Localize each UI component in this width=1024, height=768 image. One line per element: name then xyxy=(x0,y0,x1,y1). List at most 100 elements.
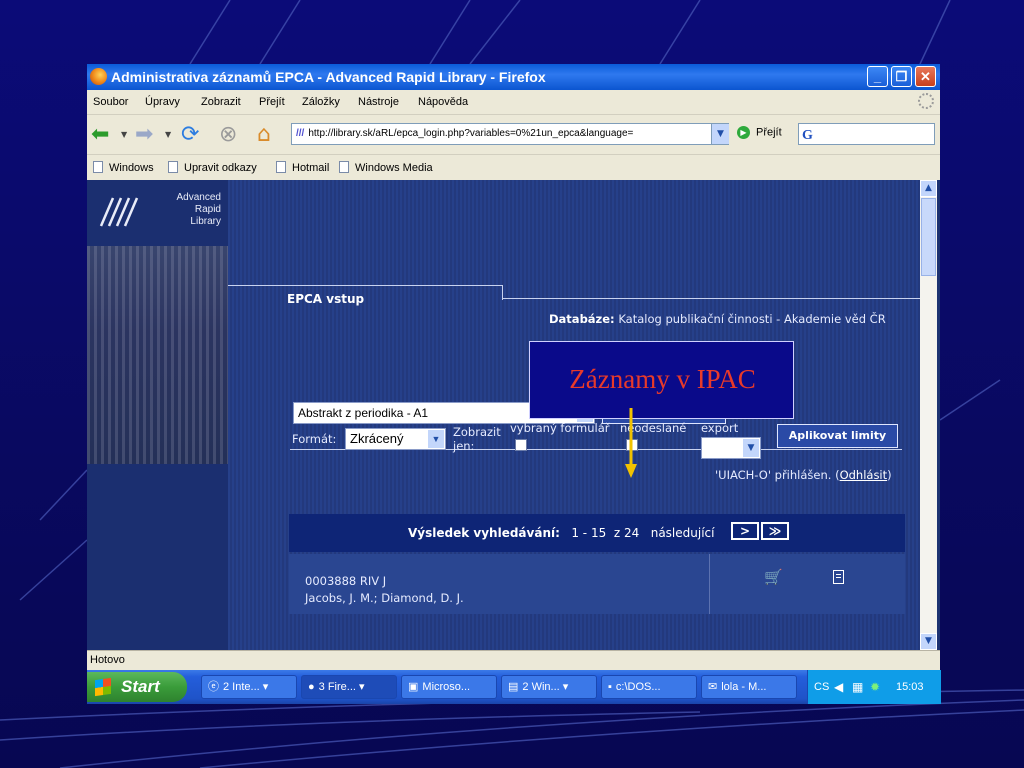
firefox-icon: ● xyxy=(308,681,315,693)
left-panel: Advanced Rapid Library xyxy=(87,180,228,650)
save-icon: ▤ xyxy=(508,681,519,693)
menu-help[interactable]: Nápověda xyxy=(418,96,468,108)
task-internet-explorer[interactable]: ⓔ 2 Inte... ▾ xyxy=(201,675,297,699)
export-label: export xyxy=(701,421,739,435)
database-info: Databáze: Katalog publikační činnosti - … xyxy=(549,312,886,326)
document-icon[interactable] xyxy=(833,570,844,584)
stop-icon[interactable]: ⊗ xyxy=(219,123,237,147)
address-text: http://library.sk/aRL/epca_login.php?var… xyxy=(308,128,634,139)
back-dropdown-icon[interactable]: ▼ xyxy=(121,130,127,139)
login-status: 'UIACH-O' přihlášen. (Odhlásit) xyxy=(715,468,892,482)
record-id: 0003888 RIV J xyxy=(305,574,387,588)
system-tray: CS ◀ ▦ ✹ 15:03 xyxy=(807,670,941,704)
menu-tools[interactable]: Nástroje xyxy=(358,96,399,108)
apply-limits-button[interactable]: Aplikovat limity xyxy=(777,424,898,448)
windows-logo-icon xyxy=(95,677,111,697)
bookmark-edit-links[interactable]: Upravit odkazy xyxy=(168,161,257,174)
bookmark-windows-media[interactable]: Windows Media xyxy=(339,161,433,174)
page-content: Advanced Rapid Library EPCA vstup Databá… xyxy=(87,180,940,650)
forward-icon[interactable]: ➡ xyxy=(135,123,153,147)
page-icon xyxy=(276,161,286,173)
forward-dropdown-icon[interactable]: ▼ xyxy=(165,130,171,139)
page-icon xyxy=(339,161,349,173)
powerpoint-icon: ▣ xyxy=(408,681,419,693)
record-authors: Jacobs, J. M.; Diamond, D. J. xyxy=(305,591,464,605)
browser-window: Administrativa záznamů EPCA - Advanced R… xyxy=(87,64,941,704)
format-label: Formát: xyxy=(292,432,337,446)
task-windows[interactable]: ▤ 2 Win... ▾ xyxy=(501,675,597,699)
scroll-up-icon[interactable]: ▲ xyxy=(920,180,937,197)
selected-form-checkbox[interactable] xyxy=(515,439,527,451)
vertical-scrollbar[interactable]: ▲ ▼ xyxy=(920,180,937,650)
table-row: 0003888 RIV J Jacobs, J. M.; Diamond, D.… xyxy=(289,554,905,614)
page-icon xyxy=(168,161,178,173)
menu-bookmarks[interactable]: Záložky xyxy=(302,96,340,108)
address-dropdown-icon[interactable]: ▼ xyxy=(711,124,729,144)
minimize-button[interactable]: _ xyxy=(867,66,888,87)
antivirus-icon[interactable]: ✹ xyxy=(870,680,880,694)
clock: 15:03 xyxy=(896,681,924,693)
network-icon[interactable]: ▦ xyxy=(852,680,863,694)
address-bar[interactable]: ///http://library.sk/aRL/epca_login.php?… xyxy=(291,123,729,145)
scroll-thumb[interactable] xyxy=(921,198,936,276)
close-button[interactable]: ✕ xyxy=(915,66,936,87)
menu-bar: Soubor Úpravy Zobrazit Přejít Záložky Ná… xyxy=(87,90,940,114)
results-total: z 24 xyxy=(613,526,640,540)
reload-icon[interactable]: ⟳ xyxy=(181,123,199,147)
throbber-icon xyxy=(918,93,934,109)
next-page-button[interactable]: > xyxy=(731,522,759,540)
page-title: EPCA vstup xyxy=(287,292,365,306)
menu-edit[interactable]: Úpravy xyxy=(145,96,180,108)
navigation-toolbar: ⬅ ▼ ➡ ▼ ⟳ ⊗ ⌂ ///http://library.sk/aRL/e… xyxy=(87,114,940,155)
logout-link[interactable]: Odhlásit xyxy=(840,468,888,482)
selected-form-label: vybraný formulář xyxy=(510,421,610,435)
go-button[interactable]: ▶ Přejít xyxy=(737,126,782,139)
menu-go[interactable]: Přejít xyxy=(259,96,285,108)
arl-logo-text: Advanced Rapid Library xyxy=(176,192,221,227)
home-icon[interactable]: ⌂ xyxy=(257,123,271,147)
tray-expand-icon[interactable]: ◀ xyxy=(834,680,843,694)
ie-icon: ⓔ xyxy=(208,681,219,693)
maximize-button[interactable]: ❐ xyxy=(891,66,912,87)
status-bar: Hotovo xyxy=(87,650,940,671)
bookmark-windows[interactable]: Windows xyxy=(93,161,154,174)
callout-text: Záznamy v IPAC xyxy=(569,364,756,394)
callout-arrow-icon xyxy=(625,408,637,478)
menu-file[interactable]: Soubor xyxy=(93,96,128,108)
next-link[interactable]: následující xyxy=(651,526,715,540)
chevron-down-icon: ▼ xyxy=(743,439,759,457)
language-indicator[interactable]: CS xyxy=(814,681,829,693)
bookmarks-toolbar: Windows Upravit odkazy Hotmail Windows M… xyxy=(87,154,940,182)
title-bar: Administrativa záznamů EPCA - Advanced R… xyxy=(87,64,940,90)
start-button[interactable]: Start xyxy=(87,672,187,702)
library-photo xyxy=(87,246,228,464)
show-only-label: Zobrazit jen: xyxy=(453,425,501,453)
arl-logo-icon xyxy=(99,197,139,227)
taskbar: Start ⓔ 2 Inte... ▾ ● 3 Fire... ▾ ▣ Microso… xyxy=(87,670,941,704)
page-icon xyxy=(93,161,103,173)
menu-view[interactable]: Zobrazit xyxy=(201,96,241,108)
task-powerpoint[interactable]: ▣ Microso... xyxy=(401,675,497,699)
back-icon[interactable]: ⬅ xyxy=(91,123,109,147)
task-dos[interactable]: ▪ c:\DOS... xyxy=(601,675,697,699)
console-icon: ▪ xyxy=(608,681,612,693)
results-header: Výsledek vyhledávání: 1 - 15 z 24 násled… xyxy=(289,514,905,552)
format-select[interactable]: Zkrácený ▼ xyxy=(345,428,446,450)
results-range: 1 - 15 xyxy=(571,526,607,540)
task-firefox[interactable]: ● 3 Fire... ▾ xyxy=(301,675,397,699)
results-label: Výsledek vyhledávání: xyxy=(408,526,560,540)
scroll-down-icon[interactable]: ▼ xyxy=(920,633,937,650)
bookmark-hotmail[interactable]: Hotmail xyxy=(276,161,329,174)
callout-box: Záznamy v IPAC xyxy=(529,341,794,419)
search-input[interactable]: G xyxy=(798,123,935,145)
chevron-down-icon: ▼ xyxy=(428,430,444,448)
cart-icon[interactable]: 🛒 xyxy=(764,568,783,586)
window-title: Administrativa záznamů EPCA - Advanced R… xyxy=(111,69,546,85)
go-icon: ▶ xyxy=(737,126,750,139)
firefox-icon xyxy=(90,68,107,85)
last-page-button[interactable]: ≫ xyxy=(761,522,789,540)
google-icon: G xyxy=(802,128,813,143)
task-lola[interactable]: ✉ lola - M... xyxy=(701,675,797,699)
export-select[interactable]: ▼ xyxy=(701,437,761,459)
mail-icon: ✉ xyxy=(708,681,718,693)
